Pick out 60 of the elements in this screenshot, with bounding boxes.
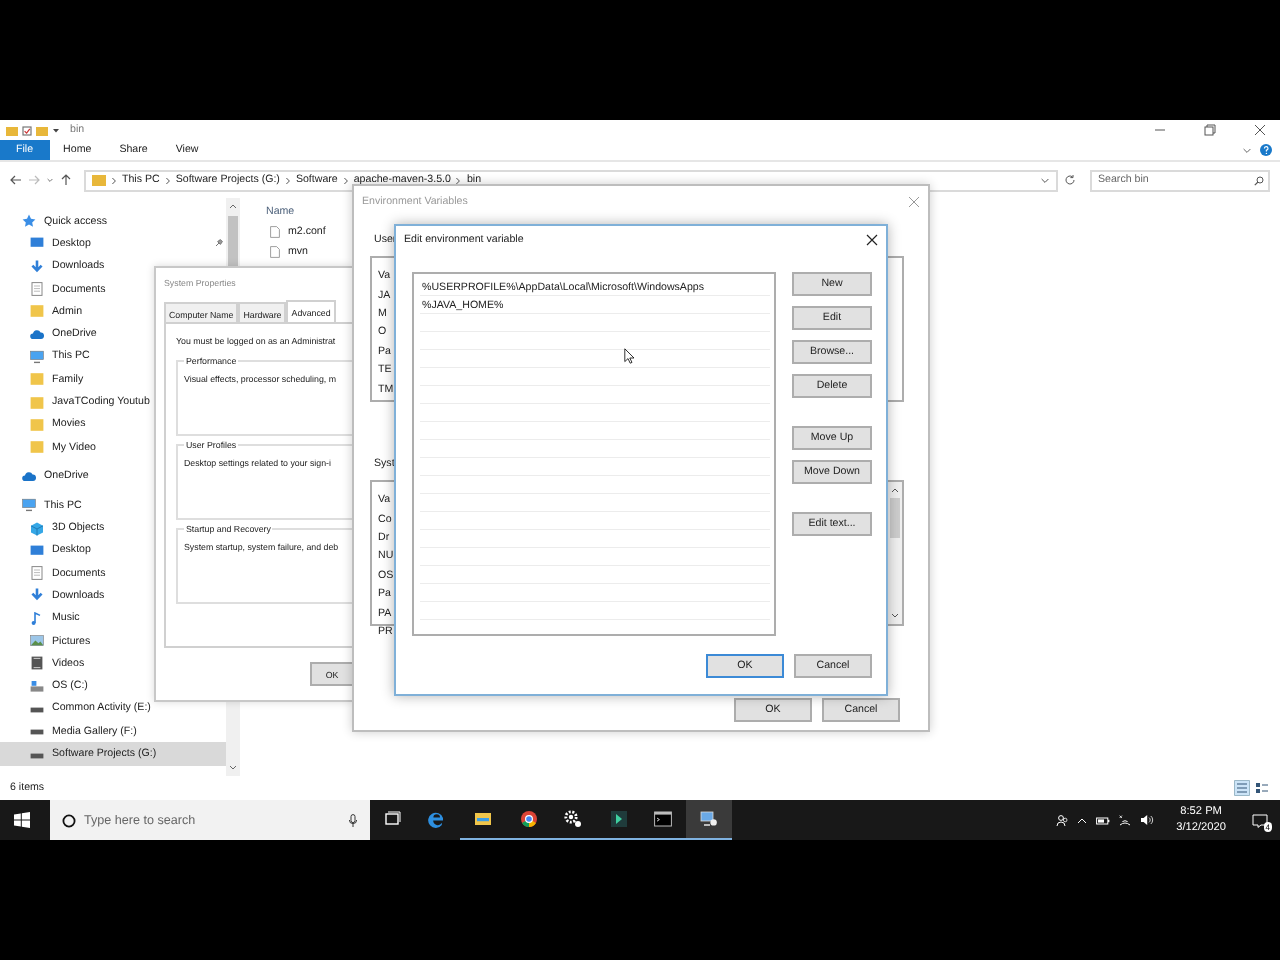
close-icon[interactable] <box>866 234 878 246</box>
pc-icon <box>22 498 36 513</box>
video-icon <box>30 656 44 671</box>
close-icon[interactable] <box>1254 124 1266 136</box>
desktop-icon <box>30 236 44 251</box>
folder-icon <box>92 174 106 186</box>
e-logo-icon <box>428 810 447 828</box>
chevron-up-icon[interactable] <box>1076 815 1089 825</box>
osdrive-icon <box>30 679 44 694</box>
people-icon[interactable] <box>1056 813 1069 827</box>
volume-icon[interactable] <box>1140 814 1155 826</box>
chevron-icon[interactable] <box>1040 175 1050 185</box>
chevron-icon <box>341 175 350 185</box>
chrome-icon <box>519 810 538 828</box>
chevron-icon <box>110 175 118 185</box>
folder-icon <box>6 125 18 135</box>
star-icon <box>22 214 36 229</box>
help-icon[interactable] <box>1260 144 1272 156</box>
desktop-icon <box>30 543 44 558</box>
windows-icon[interactable] <box>14 812 30 828</box>
chevron-icon[interactable] <box>1242 145 1252 155</box>
cloud-icon <box>22 469 36 484</box>
chevron-icon <box>163 175 172 185</box>
cube-icon <box>30 521 44 536</box>
search-icon <box>1254 175 1264 185</box>
scrollbar-thumb[interactable] <box>890 498 900 538</box>
terminal-icon <box>654 810 673 828</box>
chevron-icon <box>454 175 463 185</box>
document-icon <box>30 282 44 297</box>
folder-icon <box>30 304 44 319</box>
tiles-view-icon[interactable] <box>1254 780 1270 796</box>
pin-icon[interactable] <box>214 238 224 249</box>
refresh-icon[interactable] <box>1064 174 1076 186</box>
picture-icon <box>30 634 44 649</box>
cloud-icon <box>30 327 44 342</box>
up-icon[interactable] <box>60 174 72 186</box>
music-icon <box>30 611 44 626</box>
scrollbar[interactable] <box>888 482 902 624</box>
pc-icon <box>30 349 44 364</box>
dropdown-icon[interactable] <box>52 126 60 134</box>
gear-icon <box>564 810 583 828</box>
folder-icon <box>473 810 492 828</box>
chevron-icon <box>283 175 292 185</box>
folder-icon <box>36 125 48 135</box>
properties-icon <box>22 125 32 135</box>
microphone-icon[interactable] <box>348 813 358 827</box>
cursor-icon <box>624 348 634 364</box>
taskbar-button[interactable] <box>686 800 732 840</box>
cortana-icon <box>62 813 76 827</box>
document-icon <box>30 566 44 581</box>
restore-icon[interactable] <box>1204 124 1216 136</box>
notification-icon <box>1252 813 1268 827</box>
computer-icon <box>699 810 718 828</box>
back-icon[interactable] <box>10 174 22 186</box>
download-icon <box>30 588 44 603</box>
task-view-icon <box>383 810 402 828</box>
battery-icon[interactable] <box>1096 815 1111 825</box>
download-icon <box>30 259 44 274</box>
arrow-icon <box>609 810 628 828</box>
network-icon[interactable] <box>1118 813 1133 827</box>
